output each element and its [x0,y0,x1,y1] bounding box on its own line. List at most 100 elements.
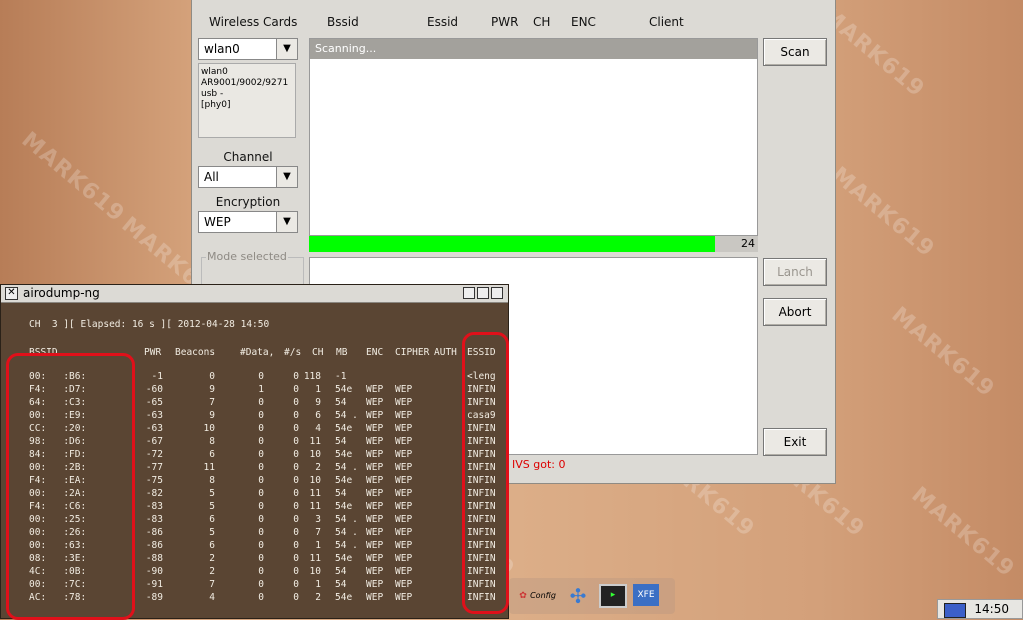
chevron-down-icon: ▼ [276,39,297,59]
table-cell-enc: WEP [366,540,384,551]
dock: ✿ Config ✣ ▸ XFE [509,578,675,614]
channel-select[interactable]: All ▼ [198,166,298,188]
table-cell-pwr: -60 [145,384,163,395]
table-cell-beacons: 8 [209,436,215,447]
networks-list[interactable] [309,38,758,236]
table-cell-s: 0 [293,514,299,525]
table-cell-mb: 54e [335,423,353,434]
xfe-icon[interactable]: XFE [633,584,659,606]
close-icon[interactable]: ✕ [5,287,18,300]
table-cell-mb: 54e [335,384,353,395]
table-cell-s: 0 [293,423,299,434]
watermark-text: MARK619 [16,127,130,228]
maximize-icon[interactable] [477,287,489,299]
table-cell-enc: WEP [366,384,384,395]
table-cell-data: 1 [258,384,264,395]
table-cell-data: 0 [258,371,264,382]
table-cell-mb: -1 [335,371,347,382]
table-cell-cipher: WEP [395,449,413,460]
table-cell-cipher: WEP [395,579,413,590]
watermark-text: MARK619 [906,482,1020,583]
table-cell-beacons: 8 [209,475,215,486]
table-cell-enc: WEP [366,579,384,590]
table-cell-ch: 118 [303,371,321,382]
table-cell-data: 0 [258,410,264,421]
mode-label: Mode selected [206,250,288,263]
table-cell-pwr: -86 [145,527,163,538]
table-cell-mb: 54e [335,501,353,512]
table-cell-ch: 11 [309,553,321,564]
progress-value: 24 [741,237,755,250]
encryption-select[interactable]: WEP ▼ [198,211,298,233]
network-icon[interactable]: ✣ [564,582,592,610]
header-pwr: PWR [491,15,519,29]
table-cell-enc: WEP [366,553,384,564]
table-cell-beacons: 9 [209,410,215,421]
column-header: Beacons [175,347,216,358]
header-enc: ENC [571,15,596,29]
table-cell-beacons: 5 [209,501,215,512]
lanch-button[interactable]: Lanch [763,258,827,286]
abort-button[interactable]: Abort [763,298,827,326]
table-cell-enc: WEP [366,449,384,460]
table-cell-enc: WEP [366,436,384,447]
column-header: ENC [366,347,384,358]
minimize-icon[interactable] [463,287,475,299]
restore-icon[interactable] [491,287,503,299]
column-header: #Data, [240,347,275,358]
table-cell-pwr: -83 [145,501,163,512]
table-cell-data: 0 [258,514,264,525]
table-cell-pwr: -72 [145,449,163,460]
table-cell-enc: WEP [366,488,384,499]
encryption-value: WEP [204,215,231,229]
table-cell-ch: 11 [309,488,321,499]
table-cell-data: 0 [258,475,264,486]
column-header: MB [336,347,348,358]
table-cell-enc: WEP [366,501,384,512]
table-cell-cipher: WEP [395,592,413,603]
terminal-titlebar[interactable]: ✕ airodump-ng [1,285,508,303]
table-cell-ch: 10 [309,566,321,577]
table-cell-ch: 2 [315,462,321,473]
progress-bar: 24 [309,236,758,252]
table-cell-data: 0 [258,553,264,564]
battery-icon[interactable] [944,603,966,618]
table-cell-data: 0 [258,397,264,408]
exit-button[interactable]: Exit [763,428,827,456]
table-cell-beacons: 7 [209,579,215,590]
table-cell-enc: WEP [366,423,384,434]
scan-button[interactable]: Scan [763,38,827,66]
table-cell-mb: 54 . [335,514,358,525]
table-cell-ch: 3 [315,514,321,525]
table-cell-mb: 54e [335,449,353,460]
header-ch: CH [533,15,551,29]
table-cell-cipher: WEP [395,462,413,473]
table-cell-beacons: 5 [209,527,215,538]
table-cell-s: 0 [293,527,299,538]
table-cell-ch: 10 [309,449,321,460]
table-cell-s: 0 [293,371,299,382]
table-cell-beacons: 4 [209,592,215,603]
table-cell-ch: 7 [315,527,321,538]
table-cell-cipher: WEP [395,566,413,577]
watermark-text: MARK619 [826,162,940,263]
column-header: CIPHER [395,347,430,358]
table-cell-pwr: -89 [145,592,163,603]
table-cell-data: 0 [258,540,264,551]
table-cell-enc: WEP [366,592,384,603]
table-cell-s: 0 [293,449,299,460]
table-cell-data: 0 [258,579,264,590]
table-cell-data: 0 [258,501,264,512]
table-cell-mb: 54 . [335,462,358,473]
table-cell-mb: 54 . [335,410,358,421]
wireless-card-select[interactable]: wlan0 ▼ [198,38,298,60]
table-cell-s: 0 [293,397,299,408]
table-cell-ch: 11 [309,501,321,512]
table-cell-data: 0 [258,449,264,460]
terminal-icon[interactable]: ▸ [599,584,627,608]
table-cell-cipher: WEP [395,540,413,551]
table-cell-mb: 54 [335,488,347,499]
table-cell-pwr: -63 [145,410,163,421]
config-icon[interactable]: Config [529,582,557,610]
table-cell-cipher: WEP [395,423,413,434]
